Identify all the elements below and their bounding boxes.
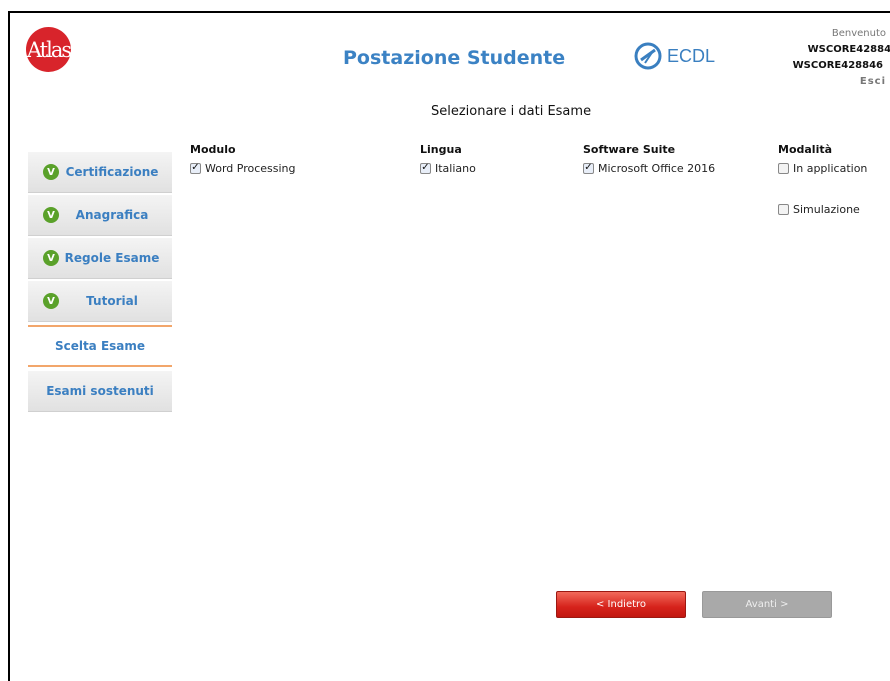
section-title: Selezionare i dati Esame	[431, 104, 592, 119]
checkbox-icon[interactable]: ✓	[420, 162, 431, 174]
column-header: Modalità	[778, 143, 833, 156]
option-simulazione[interactable]: Simulazione	[778, 201, 867, 217]
sidebar-item-label: Scelta Esame	[54, 339, 146, 353]
user-id-secondary: WSCORE428846	[792, 60, 883, 71]
ecdl-logo-icon	[634, 42, 662, 70]
check-badge-icon: V	[43, 250, 59, 266]
check-badge-icon: V	[43, 293, 59, 309]
column-lingua: Lingua ✓ Italiano	[420, 143, 476, 176]
ecdl-brand: ECDL	[633, 41, 715, 71]
sidebar-item-regole-esame[interactable]: V Regole Esame	[28, 238, 172, 279]
column-header: Modulo	[190, 143, 236, 156]
option-italiano[interactable]: ✓ Italiano	[420, 160, 476, 176]
sidebar-item-tutorial[interactable]: V Tutorial	[28, 281, 172, 322]
check-badge-icon: V	[43, 164, 59, 180]
logo-text: Atlas	[26, 37, 72, 62]
greeting-text: Benvenuto	[831, 28, 886, 39]
column-software-suite: Software Suite ✓ Microsoft Office 2016	[583, 143, 715, 176]
sidebar-nav: V Certificazione V Anagrafica V Regole E…	[28, 152, 172, 414]
check-badge-icon: V	[43, 207, 59, 223]
back-button[interactable]: < Indietro	[556, 591, 686, 618]
option-label: Microsoft Office 2016	[598, 161, 716, 175]
option-label: In application	[793, 161, 868, 175]
option-label: Simulazione	[793, 202, 860, 216]
sidebar-item-label: Tutorial	[86, 294, 138, 308]
brand-label: ECDL	[667, 45, 716, 66]
logout-link[interactable]: Esci	[793, 74, 886, 90]
column-header: Lingua	[420, 143, 462, 156]
page-title: Postazione Studente	[343, 47, 566, 69]
sidebar-item-esami-sostenuti[interactable]: Esami sostenuti	[28, 371, 172, 412]
checkbox-icon[interactable]	[778, 203, 789, 215]
sidebar-item-anagrafica[interactable]: V Anagrafica	[28, 195, 172, 236]
checkbox-icon[interactable]: ✓	[583, 162, 594, 174]
user-info: Benvenuto WSCORE428846 WSCORE428846 Esci	[792, 26, 890, 90]
option-label: Word Processing	[205, 161, 296, 175]
column-modulo: Modulo ✓ Word Processing	[190, 143, 296, 176]
option-label: Italiano	[435, 161, 476, 175]
option-in-application[interactable]: In application	[778, 160, 867, 176]
option-microsoft-office-2016[interactable]: ✓ Microsoft Office 2016	[583, 160, 715, 176]
sidebar-item-label: Esami sostenuti	[46, 384, 154, 398]
sidebar-item-certificazione[interactable]: V Certificazione	[28, 152, 172, 193]
checkbox-icon[interactable]	[778, 162, 789, 174]
checkbox-icon[interactable]: ✓	[190, 162, 201, 174]
next-button[interactable]: Avanti >	[702, 591, 832, 618]
column-header: Software Suite	[583, 143, 676, 156]
column-modalita: Modalità In application Simulazione	[778, 143, 867, 217]
atlas-logo: Atlas	[26, 27, 72, 72]
sidebar-item-label: Anagrafica	[75, 208, 149, 222]
sidebar-item-label: Certificazione	[65, 165, 159, 179]
option-word-processing[interactable]: ✓ Word Processing	[190, 160, 296, 176]
sidebar-item-scelta-esame[interactable]: Scelta Esame	[28, 325, 172, 367]
user-id-primary: WSCORE428846	[807, 44, 890, 55]
